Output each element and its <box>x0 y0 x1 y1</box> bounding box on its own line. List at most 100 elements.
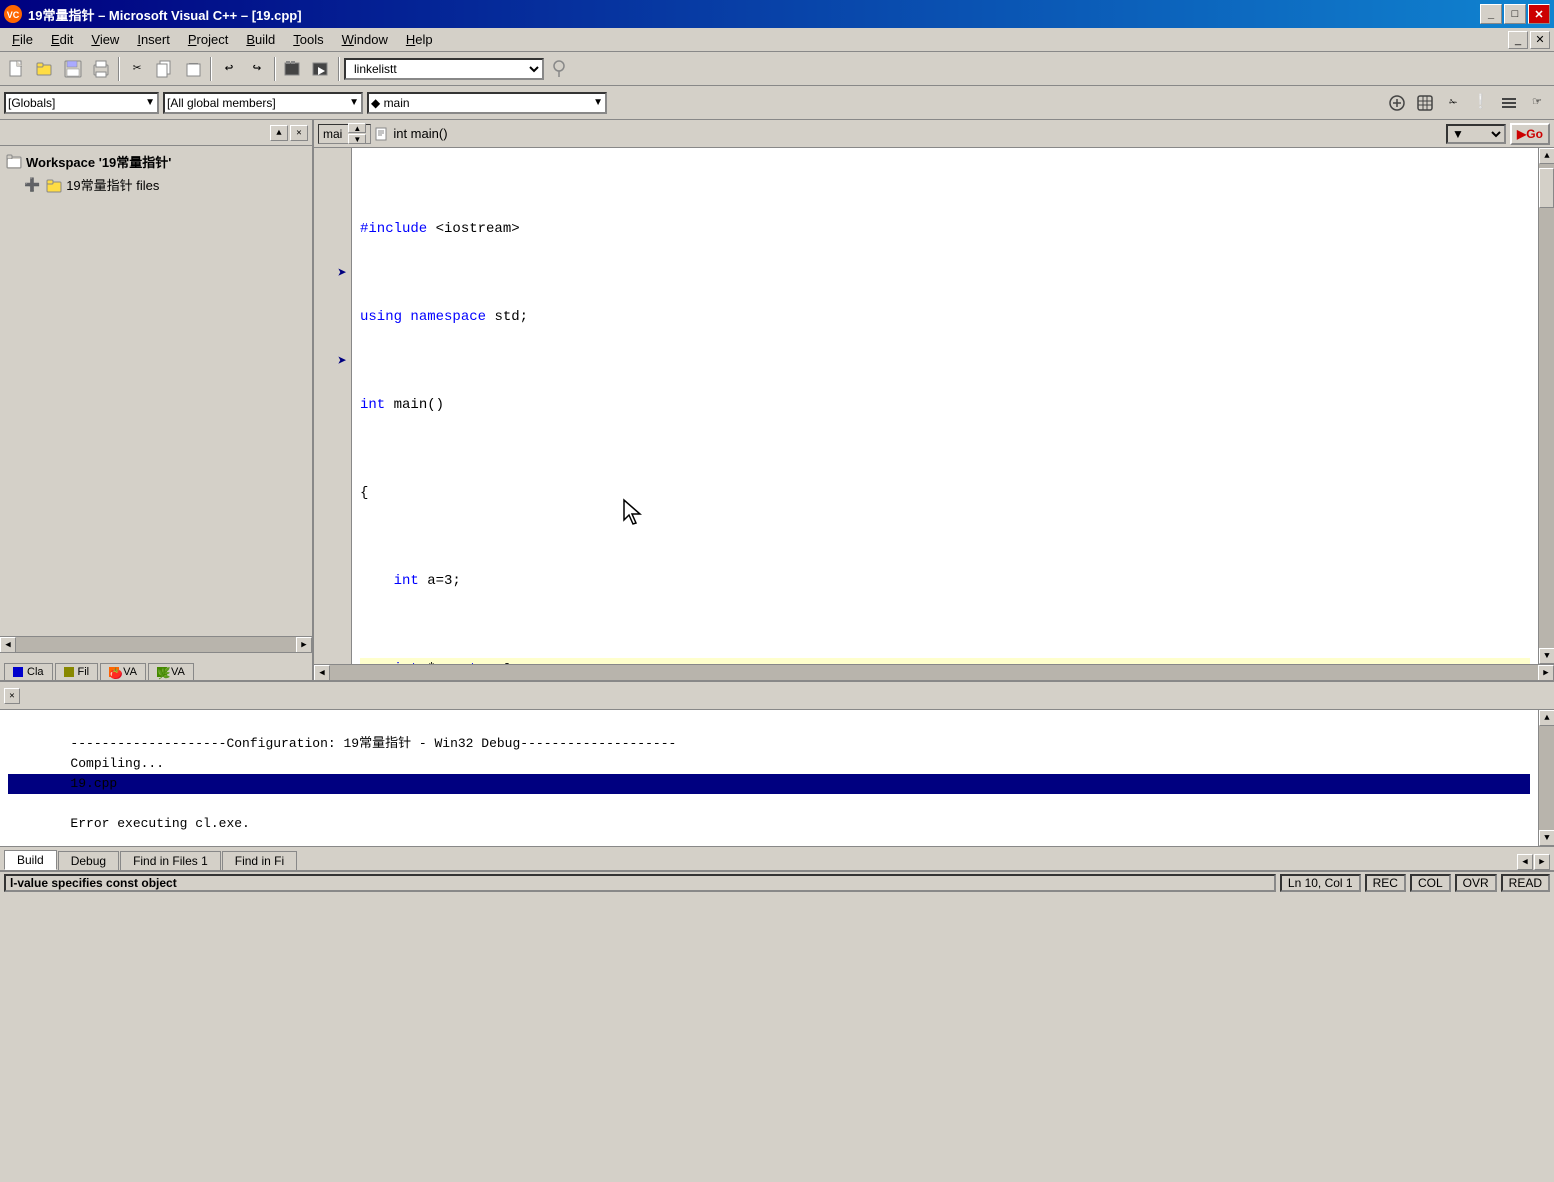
menu-help[interactable]: Help <box>398 30 441 49</box>
vscroll-thumb[interactable] <box>1539 168 1554 208</box>
output-tab-find2-label: Find in Fi <box>235 854 284 868</box>
undo-button[interactable]: ↩ <box>216 56 242 82</box>
editor-vscroll[interactable]: ▲ ▼ <box>1538 148 1554 664</box>
toolbar2-icon-1[interactable] <box>1384 90 1410 116</box>
gutter-1 <box>314 152 351 174</box>
output-tabs-scroll-left[interactable]: ◀ <box>1517 854 1533 870</box>
gutter-arrow-6: ➤ <box>314 262 351 284</box>
output-tab-build[interactable]: Build <box>4 850 57 870</box>
toolbar2-icon-3[interactable]: ✁ <box>1440 90 1466 116</box>
output-tab-find2[interactable]: Find in Fi <box>222 851 297 870</box>
globals-combo-arrow[interactable]: ▼ <box>145 97 155 108</box>
output-vscroll[interactable]: ▲ ▼ <box>1538 710 1554 846</box>
hscroll-left[interactable]: ◀ <box>314 665 330 681</box>
menu-project[interactable]: Project <box>180 30 236 49</box>
workspace-root: Workspace '19常量指针' <box>4 150 308 173</box>
print-button[interactable] <box>88 56 114 82</box>
code-content[interactable]: #include <iostream> using namespace std;… <box>352 148 1538 664</box>
output-tab-debug[interactable]: Debug <box>58 851 119 870</box>
editor-nav-up[interactable]: ▲ <box>348 123 366 133</box>
sidebar-tab-cla[interactable]: Cla <box>4 663 53 680</box>
output-line-1: --------------------Configuration: 19常量指… <box>8 714 1530 734</box>
gutter-4 <box>314 218 351 240</box>
toolbar2-icon-4[interactable]: ❕ <box>1468 90 1494 116</box>
sidebar-scroll-right[interactable]: ▶ <box>296 637 312 653</box>
toolbar2-icon-6[interactable]: ☞ <box>1524 90 1550 116</box>
editor-scope-dropdown[interactable]: ▼ <box>1446 124 1506 144</box>
gutter-3 <box>314 196 351 218</box>
toolbar2-icon-2[interactable] <box>1412 90 1438 116</box>
code-line-3[interactable]: int main() <box>360 394 1530 416</box>
sidebar-tab-va1[interactable]: 🍅 VA <box>100 663 146 680</box>
redo-button[interactable]: ↪ <box>244 56 270 82</box>
function-combo[interactable]: ◆ main ▼ <box>367 92 607 114</box>
vscroll-track[interactable] <box>1539 164 1554 648</box>
sidebar-minimize-btn[interactable]: ▲ <box>270 125 288 141</box>
menu-view[interactable]: View <box>83 30 127 49</box>
editor-hscroll[interactable]: ◀ ▶ <box>314 664 1554 680</box>
tab-color-va2: 🌿 <box>157 667 167 677</box>
code-line-2[interactable]: using namespace std; <box>360 306 1530 328</box>
members-combo-arrow[interactable]: ▼ <box>349 97 359 108</box>
menu-edit[interactable]: Edit <box>43 30 81 49</box>
globals-combo-value: [Globals] <box>8 96 55 110</box>
copy-button[interactable] <box>152 56 178 82</box>
sidebar-scroll-track <box>16 637 296 653</box>
keyword-const-6: const <box>436 658 478 664</box>
minimize-button[interactable]: _ <box>1480 4 1502 24</box>
sidebar-scroll-left[interactable]: ◀ <box>0 637 16 653</box>
project-dropdown[interactable]: linkelistt <box>344 58 544 80</box>
code-line-4[interactable]: { <box>360 482 1530 504</box>
output-tabs-scroll-right[interactable]: ▶ <box>1534 854 1550 870</box>
menu-file[interactable]: File <box>4 30 41 49</box>
output-vscroll-up[interactable]: ▲ <box>1539 710 1554 726</box>
status-position: Ln 10, Col 1 <box>1280 874 1361 892</box>
output-close-btn[interactable]: ✕ <box>4 688 20 704</box>
code-line-6[interactable]: int *const p=&a; <box>360 658 1530 664</box>
tree-expand-icon[interactable]: ➕ <box>24 177 40 193</box>
status-text: l-value specifies const object <box>10 876 177 890</box>
close-button[interactable]: ✕ <box>1528 4 1550 24</box>
function-combo-arrow[interactable]: ▼ <box>593 97 603 108</box>
vscroll-up[interactable]: ▲ <box>1539 148 1554 164</box>
sidebar-tab-file[interactable]: Fil <box>55 663 99 680</box>
menu-restore-btn[interactable]: _ <box>1508 31 1528 49</box>
output-line-error[interactable]: E:\指针\19常量指针\19.cpp(10) : error C2166: l… <box>8 774 1530 794</box>
sidebar-close-btn[interactable]: ✕ <box>290 125 308 141</box>
toolbar-sep-1 <box>118 57 120 81</box>
indent-5 <box>360 570 394 592</box>
menu-tools[interactable]: Tools <box>285 30 331 49</box>
paste-button[interactable] <box>180 56 206 82</box>
editor-nav-down[interactable]: ▼ <box>348 134 366 144</box>
sidebar-tab-va2[interactable]: 🌿 VA <box>148 663 194 680</box>
output-tab-find1[interactable]: Find in Files 1 <box>120 851 221 870</box>
toolbar-extra-btn[interactable] <box>546 56 572 82</box>
sidebar-hscroll[interactable]: ◀ ▶ <box>0 636 312 652</box>
title-bar-buttons[interactable]: _ □ ✕ <box>1480 4 1550 24</box>
code-scroll-area[interactable]: #include <iostream> using namespace std;… <box>352 148 1538 664</box>
open-file-button[interactable] <box>32 56 58 82</box>
toolbar2-icon-5[interactable] <box>1496 90 1522 116</box>
hscroll-right[interactable]: ▶ <box>1538 665 1554 681</box>
globals-combo[interactable]: [Globals] ▼ <box>4 92 159 114</box>
menu-insert[interactable]: Insert <box>129 30 178 49</box>
menu-build[interactable]: Build <box>238 30 283 49</box>
gutter-9 <box>314 328 351 350</box>
members-combo[interactable]: [All global members] ▼ <box>163 92 363 114</box>
output-vscroll-down[interactable]: ▼ <box>1539 830 1554 846</box>
vscroll-down[interactable]: ▼ <box>1539 648 1554 664</box>
tree-item-label[interactable]: 19常量指针 files <box>66 175 159 194</box>
compile-button[interactable] <box>280 56 306 82</box>
editor-nav-combo[interactable]: mai ▲ ▼ <box>318 124 371 144</box>
save-button[interactable] <box>60 56 86 82</box>
cut-button[interactable]: ✂ <box>124 56 150 82</box>
code-line-5[interactable]: int a=3; <box>360 570 1530 592</box>
new-file-button[interactable] <box>4 56 30 82</box>
code-line-1[interactable]: #include <iostream> <box>360 218 1530 240</box>
members-combo-value: [All global members] <box>167 96 276 110</box>
menu-close-btn[interactable]: ✕ <box>1530 31 1550 49</box>
run-button[interactable] <box>308 56 334 82</box>
maximize-button[interactable]: □ <box>1504 4 1526 24</box>
go-button[interactable]: ▶ Go <box>1510 123 1550 145</box>
menu-window[interactable]: Window <box>334 30 396 49</box>
